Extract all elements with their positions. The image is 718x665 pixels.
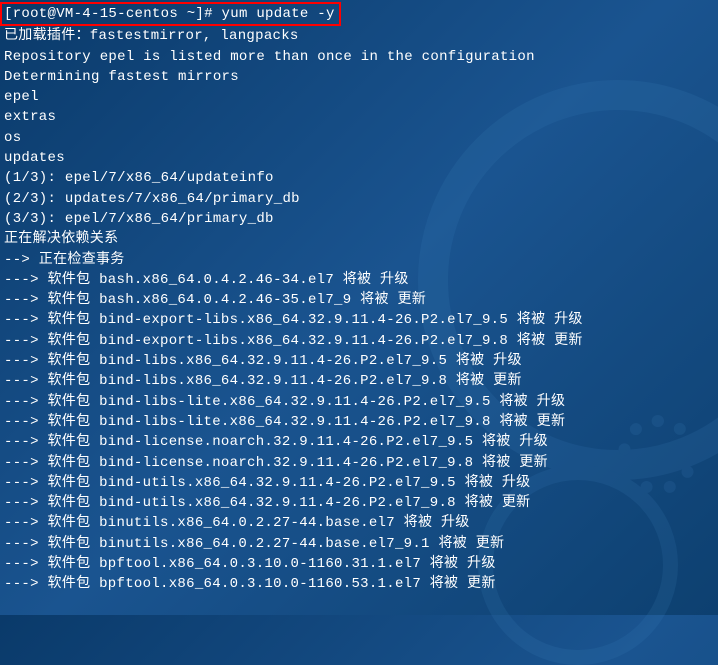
output-line: ---> 软件包 binutils.x86_64.0.2.27-44.base.…: [4, 534, 714, 554]
shell-command: yum update -y: [213, 6, 335, 22]
output-line: ---> 软件包 bind-license.noarch.32.9.11.4-2…: [4, 432, 714, 452]
output-line: ---> 软件包 bind-utils.x86_64.32.9.11.4-26.…: [4, 473, 714, 493]
output-line: (2/3): updates/7/x86_64/primary_db: [4, 189, 714, 209]
terminal-output: [root@VM-4-15-centos ~]# yum update -y 已…: [4, 2, 714, 595]
output-line: ---> 软件包 bash.x86_64.0.4.2.46-34.el7 将被 …: [4, 270, 714, 290]
output-line: ---> 软件包 bind-export-libs.x86_64.32.9.11…: [4, 310, 714, 330]
shell-prompt: [root@VM-4-15-centos ~]#: [4, 6, 213, 22]
output-line: (3/3): epel/7/x86_64/primary_db: [4, 209, 714, 229]
output-line: (1/3): epel/7/x86_64/updateinfo: [4, 168, 714, 188]
output-line: Repository epel is listed more than once…: [4, 47, 714, 67]
output-line: 正在解决依赖关系: [4, 229, 714, 249]
output-line: ---> 软件包 bind-libs-lite.x86_64.32.9.11.4…: [4, 392, 714, 412]
output-line: --> 正在检查事务: [4, 250, 714, 270]
output-line: ---> 软件包 bpftool.x86_64.0.3.10.0-1160.31…: [4, 554, 714, 574]
output-line: ---> 软件包 bind-license.noarch.32.9.11.4-2…: [4, 453, 714, 473]
output-line: ---> 软件包 binutils.x86_64.0.2.27-44.base.…: [4, 513, 714, 533]
output-line: ---> 软件包 bash.x86_64.0.4.2.46-35.el7_9 将…: [4, 290, 714, 310]
output-line: extras: [4, 107, 714, 127]
output-line: 已加载插件：fastestmirror, langpacks: [4, 26, 714, 46]
output-line: epel: [4, 87, 714, 107]
output-line: ---> 软件包 bpftool.x86_64.0.3.10.0-1160.53…: [4, 574, 714, 594]
output-line: ---> 软件包 bind-utils.x86_64.32.9.11.4-26.…: [4, 493, 714, 513]
output-line: ---> 软件包 bind-libs.x86_64.32.9.11.4-26.P…: [4, 371, 714, 391]
output-line: updates: [4, 148, 714, 168]
output-line: ---> 软件包 bind-libs.x86_64.32.9.11.4-26.P…: [4, 351, 714, 371]
command-highlight: [root@VM-4-15-centos ~]# yum update -y: [0, 2, 341, 26]
output-line: ---> 软件包 bind-export-libs.x86_64.32.9.11…: [4, 331, 714, 351]
output-line: ---> 软件包 bind-libs-lite.x86_64.32.9.11.4…: [4, 412, 714, 432]
output-line: Determining fastest mirrors: [4, 67, 714, 87]
command-line[interactable]: [root@VM-4-15-centos ~]# yum update -y: [4, 2, 714, 26]
output-line: os: [4, 128, 714, 148]
